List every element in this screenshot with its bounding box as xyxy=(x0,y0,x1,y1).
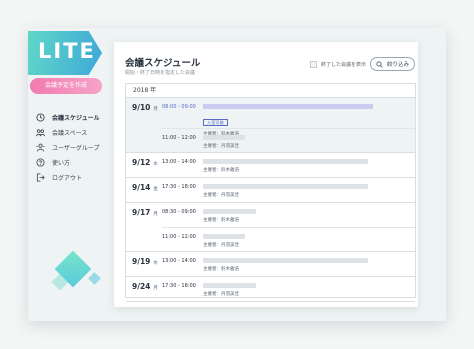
meeting-title-placeholder[interactable] xyxy=(203,258,369,263)
sidebar-item-help[interactable]: 使い方 xyxy=(36,155,110,170)
show-finished-checkbox[interactable] xyxy=(310,61,317,68)
logout-icon xyxy=(36,173,45,182)
day-date: 9/10 月 xyxy=(126,98,162,152)
sidebar-item-groups[interactable]: ユーザーグループ xyxy=(36,140,110,155)
meeting-host: 主催者：丹羽美佳 xyxy=(203,243,239,248)
meeting-time: 17:30 - 18:00 xyxy=(162,184,196,190)
day-date: 9/24 月 xyxy=(126,277,162,301)
meeting-title-placeholder[interactable] xyxy=(203,209,256,214)
meeting-item[interactable]: 13:00 - 14:00 主催者：鈴木雅浩 xyxy=(162,252,415,276)
meeting-host: 主催者：鈴木雅浩 xyxy=(203,267,239,272)
meeting-item[interactable]: 13:00 - 14:00 主催者：鈴木雅浩 xyxy=(162,153,415,177)
meeting-title-placeholder[interactable] xyxy=(203,184,369,189)
sidebar-item-logout[interactable]: ログアウト xyxy=(36,170,110,185)
day-date-text: 9/19 xyxy=(132,257,151,266)
sidebar-item-label: ユーザーグループ xyxy=(52,145,100,152)
meeting-body: 主催者：丹羽美佳 xyxy=(203,134,415,152)
sidebar-item-label: 会議スケジュール xyxy=(52,115,100,122)
meeting-body: 主催者：丹羽美佳 xyxy=(203,282,415,301)
sidebar: LITE 会議予定を作成 会議スケジュール 会議スペース ユーザーグループ 使い… xyxy=(28,28,110,321)
day-date: 9/12 水 xyxy=(126,153,162,177)
status-badge: 入室可能 xyxy=(203,119,228,126)
meeting-title-placeholder[interactable] xyxy=(203,159,369,164)
day-of-week: 月 xyxy=(153,212,158,217)
page-title: 会議スケジュール xyxy=(125,58,201,69)
clock-icon xyxy=(36,113,45,122)
day-of-week: 月 xyxy=(153,286,158,291)
sidebar-item-schedule[interactable]: 会議スケジュール xyxy=(36,110,110,125)
meeting-time: 08:00 - 09:00 xyxy=(162,104,196,110)
schedule-day: 9/24 月 17:30 - 18:00 主催者：丹羽美佳 xyxy=(126,277,415,302)
day-of-week: 金 xyxy=(153,187,158,192)
group-icon xyxy=(36,143,45,152)
schedule-day: 9/10月08:00 - 09:00入室可能主催者：鈴木雅浩11:00 - 12… xyxy=(126,98,415,153)
meeting-title-placeholder[interactable] xyxy=(203,135,246,140)
day-date: 9/17 月 xyxy=(126,203,162,251)
filter-button-label: 絞り込み xyxy=(386,62,409,68)
meeting-host: 主催者：鈴木雅浩 xyxy=(203,168,239,173)
meeting-host: 主催者：丹羽美佳 xyxy=(203,193,239,198)
schedule-list: 2018 年 9/10月08:00 - 09:00入室可能主催者：鈴木雅浩11:… xyxy=(125,83,416,302)
meeting-time: 17:30 - 18:00 xyxy=(162,283,196,289)
meeting-body: 主催者：鈴木雅浩 xyxy=(203,257,415,276)
sidebar-item-label: 会議スペース xyxy=(52,130,88,137)
meeting-body: 主催者：丹羽美佳 xyxy=(203,183,415,202)
sidebar-item-label: ログアウト xyxy=(52,175,83,182)
meeting-host: 主催者：丹羽美佳 xyxy=(203,292,239,297)
meeting-title-placeholder[interactable] xyxy=(203,104,373,109)
decorative-diamond xyxy=(88,272,101,285)
app-logo[interactable]: LITE xyxy=(38,39,96,63)
meeting-time: 08:30 - 09:00 xyxy=(162,209,196,215)
day-date-text: 9/10 xyxy=(132,103,151,112)
meeting-time: 11:00 - 12:00 xyxy=(162,135,196,141)
schedule-days: 9/10月08:00 - 09:00入室可能主催者：鈴木雅浩11:00 - 12… xyxy=(126,98,415,302)
show-finished-toggle[interactable]: 終了した会議を表示 xyxy=(310,61,366,68)
schedule-day: 9/19 水 13:00 - 14:00 主催者：鈴木雅浩 xyxy=(126,252,415,277)
page-subtitle: 開始・終了日時を指定した会議 xyxy=(125,70,196,76)
meeting-item[interactable]: 17:30 - 18:00 主催者：丹羽美佳 xyxy=(162,277,415,301)
meeting-body: 入室可能主催者：鈴木雅浩 xyxy=(203,103,415,137)
meeting-body: 主催者：鈴木雅浩 xyxy=(203,158,415,177)
help-icon xyxy=(36,158,45,167)
day-date-text: 9/14 xyxy=(132,183,151,192)
meeting-item[interactable]: 11:00 - 12:00 主催者：丹羽美佳 xyxy=(162,227,415,251)
create-meeting-button[interactable]: 会議予定を作成 xyxy=(30,78,102,94)
meeting-title-placeholder[interactable] xyxy=(203,283,256,288)
app-window: LITE 会議予定を作成 会議スケジュール 会議スペース ユーザーグループ 使い… xyxy=(28,28,446,321)
sidebar-nav: 会議スケジュール 会議スペース ユーザーグループ 使い方 ログアウト xyxy=(36,110,110,185)
show-finished-label: 終了した会議を表示 xyxy=(321,62,367,68)
day-of-week: 月 xyxy=(153,107,158,112)
meeting-body: 主催者：鈴木雅浩 xyxy=(203,208,415,227)
day-date-text: 9/12 xyxy=(132,158,151,167)
day-date: 9/19 水 xyxy=(126,252,162,276)
day-of-week: 水 xyxy=(153,162,158,167)
day-date-text: 9/17 xyxy=(132,208,151,217)
main-panel: 会議スケジュール 開始・終了日時を指定した会議 終了した会議を表示 絞り込み 2… xyxy=(114,42,418,307)
meeting-item[interactable]: 17:30 - 18:00 主催者：丹羽美佳 xyxy=(162,178,415,202)
sidebar-item-label: 使い方 xyxy=(52,160,71,167)
meeting-host: 主催者：丹羽美佳 xyxy=(203,144,239,149)
filter-button[interactable]: 絞り込み xyxy=(370,57,415,71)
day-date-text: 9/24 xyxy=(132,282,151,291)
day-of-week: 水 xyxy=(153,261,158,266)
meeting-item[interactable]: 08:30 - 09:00 主催者：鈴木雅浩 xyxy=(162,203,415,227)
meeting-time: 11:00 - 12:00 xyxy=(162,234,196,240)
meeting-time: 13:00 - 14:00 xyxy=(162,159,196,165)
meeting-body: 主催者：丹羽美佳 xyxy=(203,233,415,251)
year-header: 2018 年 xyxy=(126,84,415,98)
day-date: 9/14 金 xyxy=(126,178,162,202)
schedule-day: 9/17 月 08:30 - 09:00 主催者：鈴木雅浩 11:00 - 12:00 主… xyxy=(126,203,415,252)
sidebar-item-spaces[interactable]: 会議スペース xyxy=(36,125,110,140)
meeting-host: 主催者：鈴木雅浩 xyxy=(203,218,239,223)
schedule-day: 9/12 水 13:00 - 14:00 主催者：鈴木雅浩 xyxy=(126,153,415,178)
meeting-title-placeholder[interactable] xyxy=(203,234,246,239)
people-icon xyxy=(36,129,45,137)
schedule-day: 9/14 金 17:30 - 18:00 主催者：丹羽美佳 xyxy=(126,178,415,203)
meeting-time: 13:00 - 14:00 xyxy=(162,258,196,264)
meeting-item[interactable]: 08:00 - 09:00 入室可能主催者：鈴木雅浩 xyxy=(162,98,415,137)
search-icon xyxy=(376,60,383,68)
